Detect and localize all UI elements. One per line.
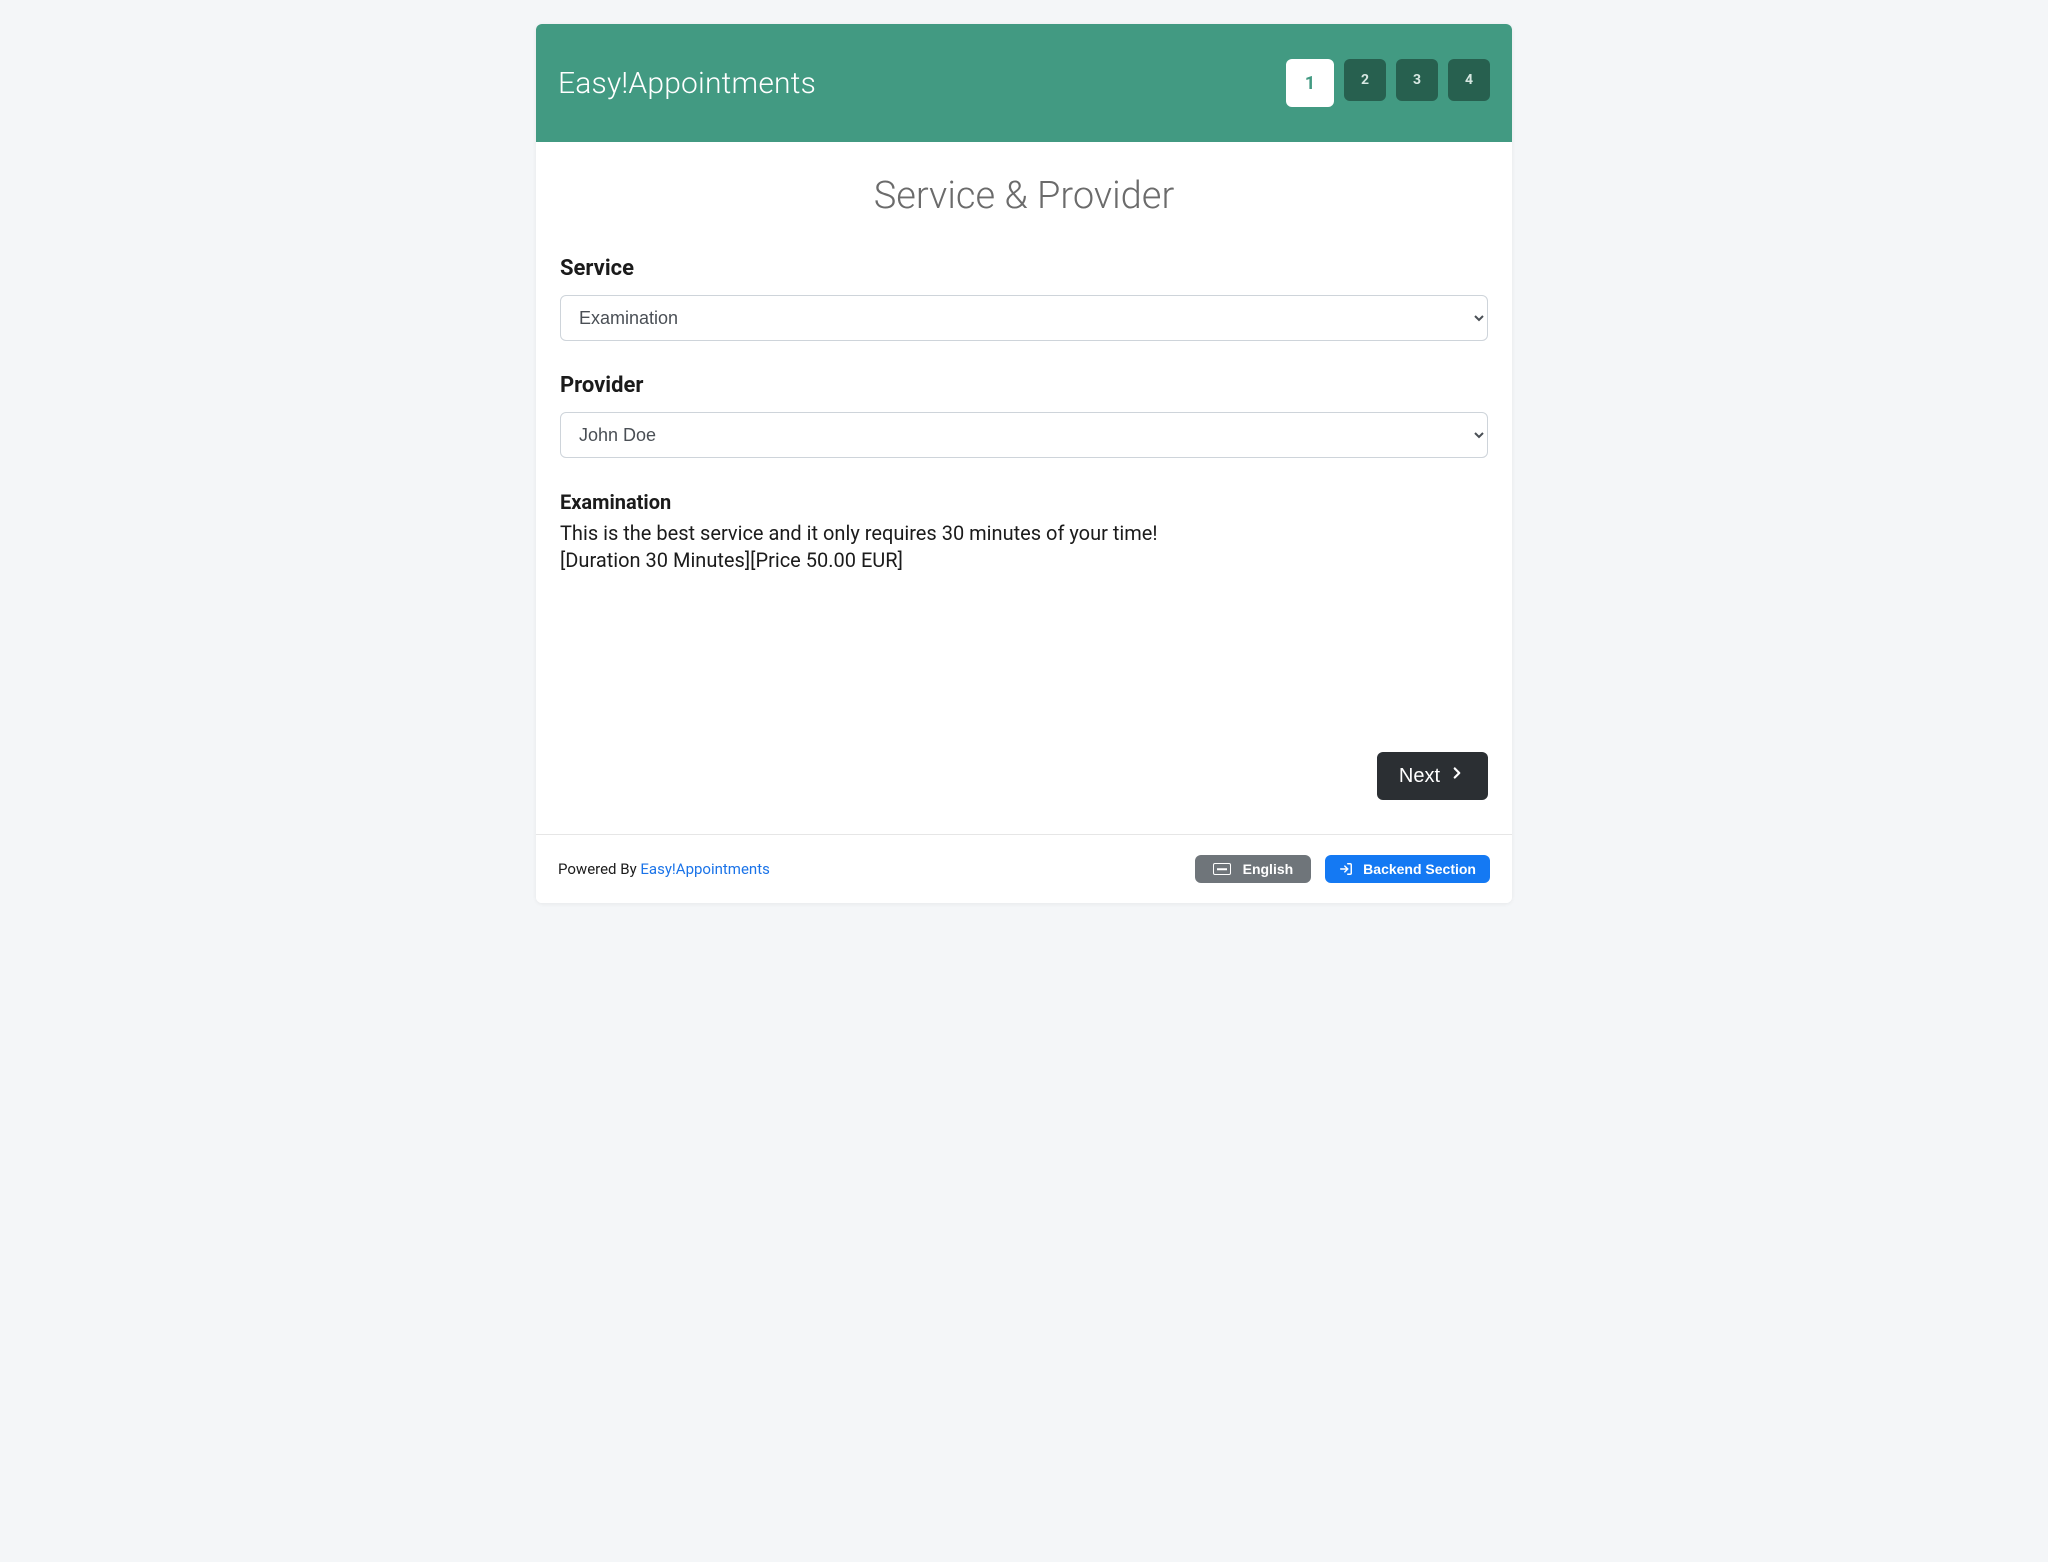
service-select[interactable]: Examination bbox=[560, 295, 1488, 341]
service-select-wrap: Examination bbox=[560, 295, 1488, 341]
login-icon bbox=[1339, 862, 1353, 876]
service-description-meta: [Duration 30 Minutes][Price 50.00 EUR] bbox=[560, 548, 1488, 572]
language-button[interactable]: English bbox=[1195, 855, 1312, 883]
language-button-label: English bbox=[1243, 861, 1294, 877]
powered-by: Powered By Easy!Appointments bbox=[558, 860, 770, 878]
step-1[interactable]: 1 bbox=[1286, 59, 1334, 107]
card-body: Service & Provider Service Examination P… bbox=[536, 142, 1512, 834]
step-2[interactable]: 2 bbox=[1344, 59, 1386, 101]
booking-card: Easy!Appointments 1 2 3 4 Service & Prov… bbox=[536, 24, 1512, 903]
service-description-title: Examination bbox=[560, 490, 1488, 514]
brand-title: Easy!Appointments bbox=[558, 66, 816, 101]
next-button[interactable]: Next bbox=[1377, 752, 1488, 800]
backend-button-label: Backend Section bbox=[1363, 861, 1476, 877]
actions-row: Next bbox=[560, 752, 1488, 800]
page-title: Service & Provider bbox=[560, 174, 1488, 218]
card-footer: Powered By Easy!Appointments English Bac… bbox=[536, 834, 1512, 903]
language-icon bbox=[1213, 863, 1231, 875]
service-description-text: This is the best service and it only req… bbox=[560, 518, 1488, 548]
powered-by-link[interactable]: Easy!Appointments bbox=[640, 860, 769, 878]
footer-actions: English Backend Section bbox=[1195, 855, 1490, 883]
service-label: Service bbox=[560, 256, 1488, 281]
step-indicator: 1 2 3 4 bbox=[1286, 59, 1490, 107]
backend-button[interactable]: Backend Section bbox=[1325, 855, 1490, 883]
card-header: Easy!Appointments 1 2 3 4 bbox=[536, 24, 1512, 142]
provider-select-wrap: John Doe bbox=[560, 412, 1488, 458]
service-description: Examination This is the best service and… bbox=[560, 490, 1488, 572]
provider-select[interactable]: John Doe bbox=[560, 412, 1488, 458]
step-4[interactable]: 4 bbox=[1448, 59, 1490, 101]
powered-by-prefix: Powered By bbox=[558, 860, 640, 878]
step-3[interactable]: 3 bbox=[1396, 59, 1438, 101]
chevron-right-icon bbox=[1448, 764, 1466, 788]
next-button-label: Next bbox=[1399, 765, 1440, 788]
provider-label: Provider bbox=[560, 373, 1488, 398]
